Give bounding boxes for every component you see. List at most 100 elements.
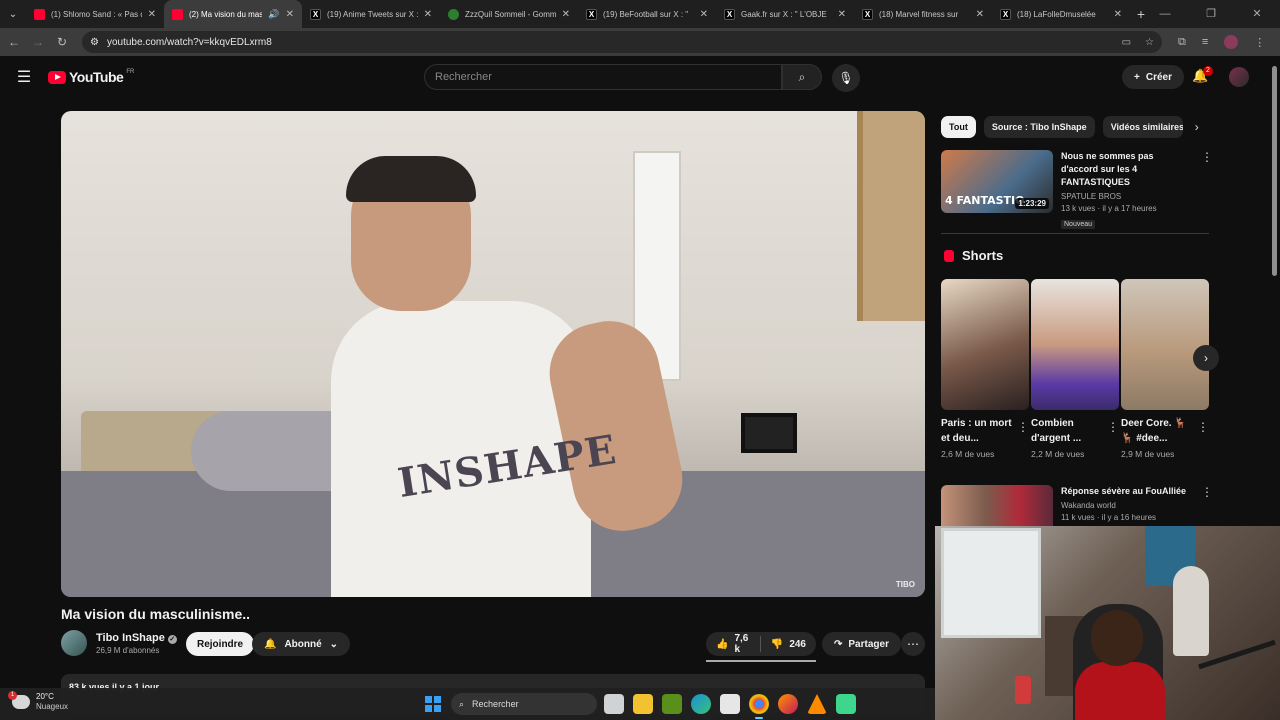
- profile-avatar[interactable]: [1224, 35, 1239, 49]
- firefox-icon[interactable]: [778, 694, 798, 714]
- page-scrollbar[interactable]: [1270, 56, 1280, 526]
- search-button[interactable]: ⌕: [782, 64, 822, 90]
- more-vert-icon[interactable]: ⋮: [1107, 420, 1119, 434]
- app-icon[interactable]: [836, 694, 856, 714]
- cast-icon[interactable]: ▭: [1122, 37, 1131, 48]
- recommended-video[interactable]: 4 FANTASTIQ 1:23:29 Nous ne sommes pas d…: [941, 150, 1213, 231]
- minimize-icon[interactable]: —: [1142, 0, 1188, 28]
- file-explorer-icon[interactable]: [633, 694, 653, 714]
- close-icon[interactable]: ✕: [700, 9, 708, 20]
- close-window-icon[interactable]: ✕: [1234, 0, 1280, 28]
- site-info-icon[interactable]: ⚙: [90, 37, 99, 48]
- store-icon[interactable]: [720, 694, 740, 714]
- close-icon[interactable]: ✕: [976, 9, 984, 20]
- close-icon[interactable]: ✕: [562, 9, 570, 20]
- browser-menu-icon[interactable]: ⋮: [1254, 36, 1265, 49]
- weather-widget[interactable]: 1 20°C Nuageux: [8, 691, 68, 712]
- like-button[interactable]: 👍 7,6 k: [706, 633, 760, 655]
- short-item[interactable]: Deer Core. 🦌🦌 #dee... 2,9 M de vues ⋮: [1121, 279, 1209, 459]
- more-actions-icon[interactable]: ⋯: [901, 632, 925, 656]
- reload-icon[interactable]: ↻: [50, 35, 74, 49]
- rec-channel[interactable]: SPATULE BROS: [1061, 192, 1193, 201]
- taskbar-search[interactable]: ⌕ Rechercher: [451, 693, 597, 715]
- short-item[interactable]: Combien d'argent ... 2,2 M de vues ⋮: [1031, 279, 1119, 459]
- search-input[interactable]: Rechercher: [424, 64, 782, 90]
- short-item[interactable]: Paris : un mort et deu... 2,6 M de vues …: [941, 279, 1029, 459]
- share-label: Partager: [848, 638, 889, 650]
- browser-tab[interactable]: X (19) BeFootball sur X : " ✕: [578, 0, 716, 28]
- browser-tab-active[interactable]: (2) Ma vision du masc 🔊 ✕: [164, 0, 302, 28]
- close-icon[interactable]: ✕: [286, 9, 294, 20]
- hamburger-menu-icon[interactable]: ☰: [0, 67, 48, 87]
- close-icon[interactable]: ✕: [1114, 9, 1122, 20]
- more-vert-icon[interactable]: ⋮: [1201, 150, 1213, 231]
- close-icon[interactable]: ✕: [424, 9, 432, 20]
- short-views: 2,2 M de vues: [1031, 449, 1085, 459]
- video-duration: 1:23:29: [1015, 198, 1049, 209]
- chevron-right-icon[interactable]: ›: [1195, 120, 1199, 134]
- more-vert-icon[interactable]: ⋮: [1197, 420, 1209, 434]
- taskbar-search-placeholder: Rechercher: [472, 699, 519, 709]
- short-thumbnail[interactable]: [941, 279, 1029, 410]
- rec-title[interactable]: Réponse sévère au FouAlliée: [1061, 485, 1193, 498]
- windows-start-icon[interactable]: [425, 696, 441, 712]
- browser-tab[interactable]: X (19) Anime Tweets sur X : ✕: [302, 0, 440, 28]
- chrome-icon[interactable]: [749, 694, 769, 719]
- extensions-icon[interactable]: ⧉: [1178, 36, 1186, 49]
- channel-watermark[interactable]: TIBO: [896, 580, 915, 589]
- video-player[interactable]: INSHAPE TIBO: [61, 111, 925, 597]
- short-thumbnail[interactable]: [1031, 279, 1119, 410]
- share-button[interactable]: ↷ Partager: [822, 632, 901, 656]
- edge-icon[interactable]: [691, 694, 711, 714]
- tab-search-dropdown-icon[interactable]: ⌄: [0, 0, 26, 28]
- x-icon: X: [1000, 8, 1011, 20]
- media-control-icon[interactable]: ≡: [1202, 36, 1208, 48]
- bookmark-star-icon[interactable]: ☆: [1145, 37, 1154, 48]
- voice-search-button[interactable]: 🎙: [832, 64, 860, 92]
- browser-tab[interactable]: (1) Shlomo Sand : « Pas d ✕: [26, 0, 164, 28]
- maximize-icon[interactable]: ❐: [1188, 0, 1234, 28]
- chip-all[interactable]: Tout: [941, 116, 976, 138]
- youtube-logo[interactable]: YouTube FR: [48, 69, 134, 85]
- short-title[interactable]: Deer Core. 🦌🦌 #dee...: [1121, 416, 1195, 446]
- short-title[interactable]: Paris : un mort et deu...: [941, 416, 1015, 446]
- subscribed-label: Abonné: [284, 638, 322, 650]
- channel-avatar[interactable]: [61, 630, 87, 656]
- close-icon[interactable]: ✕: [148, 9, 156, 20]
- join-button[interactable]: Rejoindre: [186, 632, 255, 656]
- account-avatar[interactable]: [1229, 67, 1249, 87]
- webcam-person-shirt: [1075, 662, 1165, 720]
- scrollbar-thumb[interactable]: [1272, 66, 1277, 276]
- browser-tab[interactable]: ZzzQuil Sommeil - Gomm ✕: [440, 0, 578, 28]
- new-badge: Nouveau: [1061, 220, 1096, 229]
- short-thumbnail[interactable]: [1121, 279, 1209, 410]
- dislike-button[interactable]: 👎 246: [761, 639, 816, 650]
- back-icon[interactable]: ←: [2, 35, 26, 49]
- person-hair: [346, 156, 476, 202]
- tab-title: (2) Ma vision du masc: [189, 9, 263, 19]
- rec-channel[interactable]: Wakanda world: [1061, 501, 1193, 510]
- browser-tab[interactable]: X (18) Marvel fitness sur ✕: [854, 0, 992, 28]
- rec-title[interactable]: Nous ne sommes pas d'accord sur les 4 FA…: [1061, 150, 1193, 189]
- channel-name-link[interactable]: Tibo InShape ✓: [96, 632, 177, 644]
- join-label: Rejoindre: [197, 638, 244, 650]
- close-icon[interactable]: ✕: [838, 9, 846, 20]
- vlc-icon[interactable]: [807, 694, 827, 714]
- video-thumbnail[interactable]: 4 FANTASTIQ 1:23:29: [941, 150, 1053, 213]
- browser-tab[interactable]: X Gaak.fr sur X : " L'OBJE ✕: [716, 0, 854, 28]
- more-vert-icon[interactable]: ⋮: [1017, 420, 1029, 434]
- short-title[interactable]: Combien d'argent ...: [1031, 416, 1105, 446]
- forward-icon[interactable]: →: [26, 35, 50, 49]
- browser-tab[interactable]: X (18) LaFolleDmuselée ✕: [992, 0, 1130, 28]
- chip-similar[interactable]: Vidéos similaires: [1102, 116, 1183, 138]
- speaker-icon[interactable]: 🔊: [268, 9, 279, 20]
- create-button[interactable]: + Créer: [1122, 65, 1184, 89]
- url-field[interactable]: ⚙ youtube.com/watch?v=kkqvEDLxrm8 ▭ ☆: [82, 31, 1162, 53]
- chip-source[interactable]: Source : Tibo InShape: [983, 116, 1095, 138]
- shorts-next-button[interactable]: ›: [1193, 345, 1219, 371]
- nvidia-icon[interactable]: [662, 694, 682, 714]
- webcam-can-scene: [1015, 676, 1031, 704]
- youtube-icon: [172, 8, 183, 20]
- subscribed-button[interactable]: 🔔 Abonné ⌄: [252, 632, 351, 656]
- task-view-icon[interactable]: [604, 694, 624, 714]
